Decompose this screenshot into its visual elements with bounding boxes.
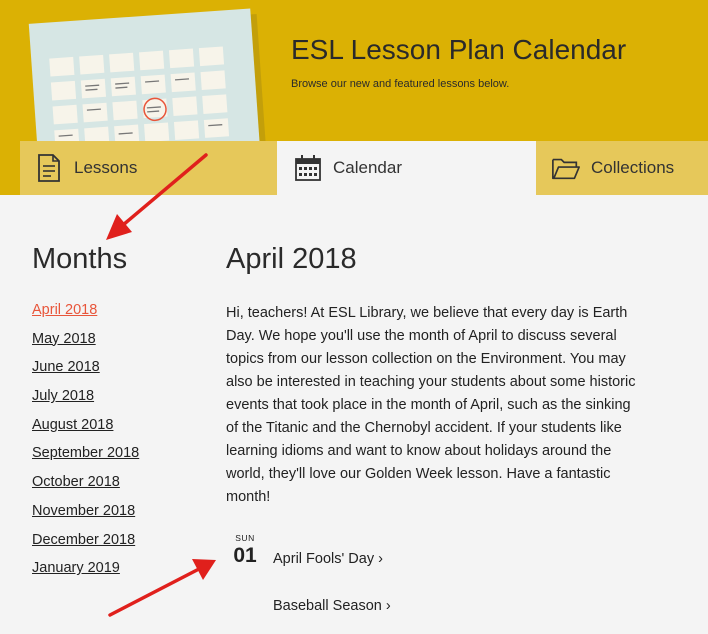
month-item: May 2018	[32, 331, 139, 360]
event-date: SUN 01	[230, 533, 260, 568]
month-link-august-2018[interactable]: August 2018	[32, 417, 113, 433]
event-link-baseball-season[interactable]: Baseball Season ›	[273, 598, 391, 614]
month-item: August 2018	[32, 417, 139, 446]
folder-icon	[551, 153, 581, 183]
month-intro-text: Hi, teachers! At ESL Library, we believe…	[226, 305, 636, 505]
tab-collections-label: Collections	[591, 158, 675, 177]
month-item: November 2018	[32, 503, 139, 532]
month-link-july-2018[interactable]: July 2018	[32, 388, 94, 404]
tab-calendar[interactable]: Calendar	[277, 141, 536, 195]
event-link-april-fools-day[interactable]: April Fools' Day ›	[273, 551, 383, 567]
month-item: July 2018	[32, 388, 139, 417]
month-link-september-2018[interactable]: September 2018	[32, 445, 139, 461]
month-link-april-2018[interactable]: April 2018	[32, 302, 97, 318]
month-item: April 2018	[32, 302, 139, 331]
months-heading: Months	[32, 243, 128, 275]
month-link-may-2018[interactable]: May 2018	[32, 331, 96, 347]
tab-calendar-label: Calendar	[333, 158, 402, 177]
month-item: October 2018	[32, 474, 139, 503]
month-item: June 2018	[32, 359, 139, 388]
event-weekday: SUN	[235, 533, 255, 543]
month-item: September 2018	[32, 445, 139, 474]
month-link-june-2018[interactable]: June 2018	[32, 359, 100, 375]
calendar-icon	[293, 153, 323, 183]
month-link-november-2018[interactable]: November 2018	[32, 503, 135, 519]
month-link-january-2019[interactable]: January 2019	[32, 560, 120, 576]
month-link-october-2018[interactable]: October 2018	[32, 474, 120, 490]
month-list: April 2018 May 2018 June 2018 July 2018 …	[32, 302, 139, 589]
document-icon	[34, 153, 64, 183]
event-day: 01	[233, 544, 257, 567]
month-heading: April 2018	[226, 243, 357, 275]
page-title: ESL Lesson Plan Calendar	[291, 34, 627, 65]
tab-lessons[interactable]: Lessons	[20, 141, 277, 195]
tab-lessons-label: Lessons	[74, 158, 138, 177]
page-subtitle: Browse our new and featured lessons belo…	[291, 78, 510, 90]
tab-collections[interactable]: Collections	[536, 141, 708, 195]
month-item: December 2018	[32, 532, 139, 561]
month-item: January 2019	[32, 560, 139, 589]
month-link-december-2018[interactable]: December 2018	[32, 532, 135, 548]
